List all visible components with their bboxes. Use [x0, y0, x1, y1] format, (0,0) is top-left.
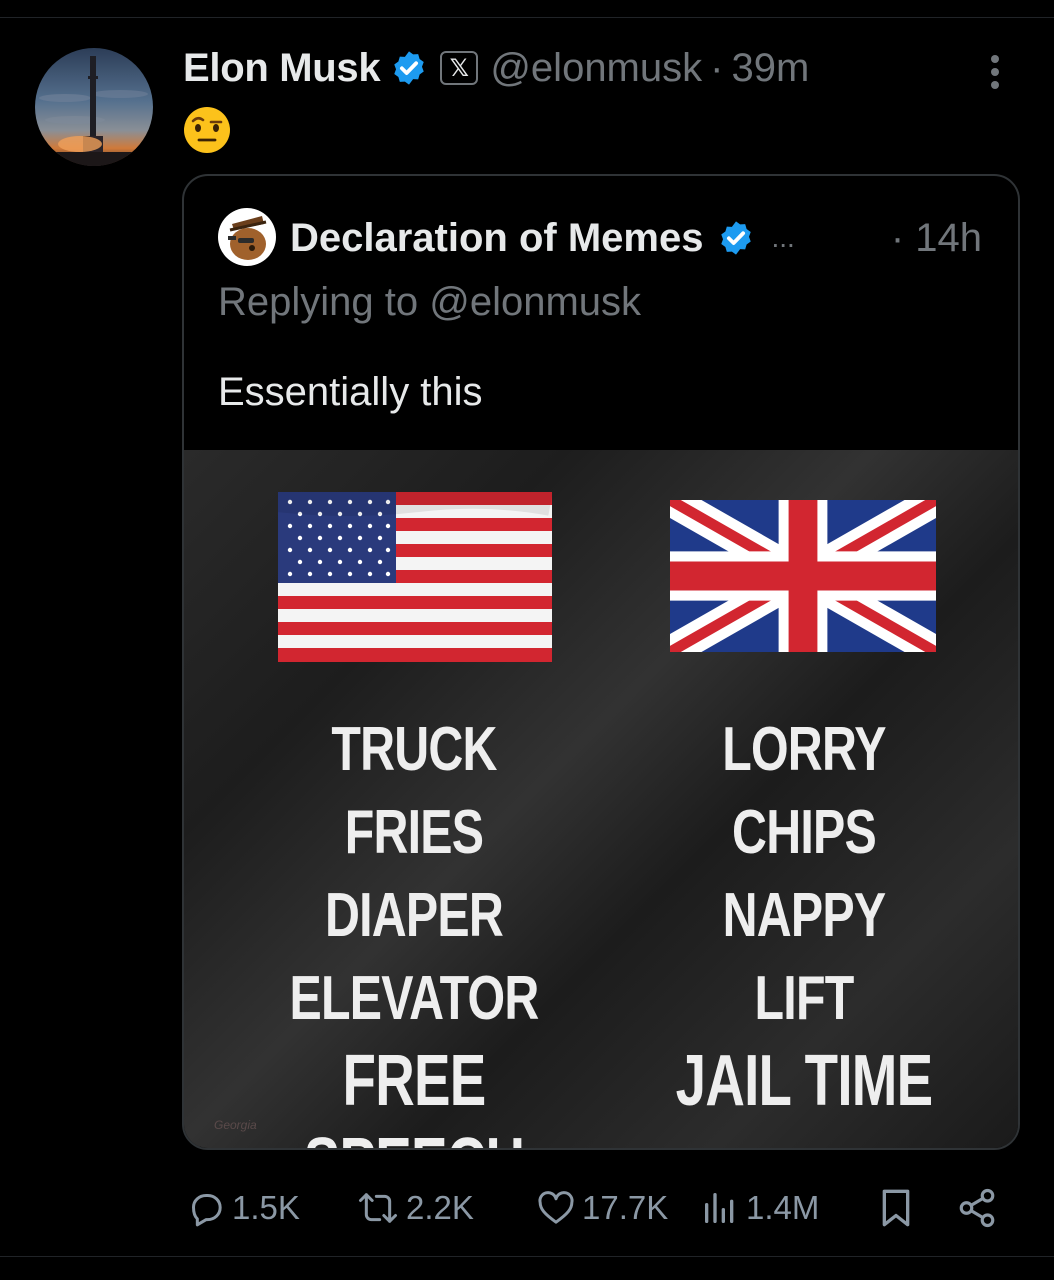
views-button[interactable]: 1.4M — [700, 1178, 819, 1238]
bookmark-icon — [882, 1189, 910, 1227]
repost-button[interactable]: 2.2K — [356, 1178, 474, 1238]
bottom-divider — [0, 1256, 1054, 1257]
us-flag-icon — [278, 492, 552, 662]
more-options-icon[interactable] — [982, 52, 1008, 92]
us-word: ELEVATOR — [289, 964, 539, 1033]
meme-image[interactable]: TRUCK FRIES DIAPER ELEVATOR FREE SPEECH … — [184, 450, 1018, 1148]
us-word: FRIES — [344, 798, 484, 867]
uk-word: CHIPS — [732, 798, 877, 867]
author-handle[interactable]: @elonmusk — [490, 46, 702, 91]
share-button[interactable] — [956, 1178, 998, 1238]
heart-icon — [538, 1191, 574, 1224]
uk-words-column: LORRY CHIPS NAPPY LIFT JAIL TIME — [604, 708, 1004, 1123]
quoted-timestamp[interactable]: · 14h — [891, 216, 982, 261]
tweet[interactable]: Elon Musk 𝕏 @elonmusk · 39m Declaration … — [0, 0, 1054, 1280]
header-separator: · — [710, 45, 724, 90]
uk-word: NAPPY — [722, 881, 886, 950]
quoted-timestamp-wrap: · 14h — [891, 210, 982, 266]
like-count: 17.7K — [582, 1189, 669, 1226]
uk-flag-icon — [670, 500, 936, 652]
uk-word: LORRY — [722, 715, 886, 784]
repost-icon — [359, 1193, 397, 1223]
us-word: TRUCK — [331, 715, 497, 784]
verified-badge-icon — [394, 51, 425, 85]
quoted-name-truncation: ... — [771, 222, 795, 253]
raised-eyebrow-emoji-icon — [184, 107, 230, 153]
us-word: DIAPER — [324, 881, 504, 950]
x-affiliation-icon: 𝕏 — [440, 51, 479, 85]
us-word: FREE SPEECH — [304, 1041, 525, 1148]
quoted-header: Declaration of Memes ... — [290, 210, 795, 266]
quoted-tweet[interactable]: Declaration of Memes ... · 14h Replying … — [182, 174, 1020, 1150]
verified-badge-icon — [721, 221, 752, 255]
action-bar: 1.5K 2.2K 17.7K 1.4M — [0, 1178, 1054, 1238]
reply-icon — [192, 1194, 222, 1227]
uk-word: JAIL TIME — [675, 1041, 933, 1121]
author-avatar[interactable] — [35, 48, 153, 166]
share-icon — [959, 1188, 995, 1228]
tweet-timestamp[interactable]: 39m — [731, 46, 809, 91]
repost-count: 2.2K — [406, 1189, 474, 1226]
quoted-tweet-text: Essentially this — [218, 370, 483, 414]
reply-button[interactable]: 1.5K — [186, 1178, 300, 1238]
replying-to[interactable]: Replying to @elonmusk — [218, 280, 641, 325]
meme-watermark: Georgia — [214, 1118, 257, 1132]
uk-word: LIFT — [754, 964, 855, 1033]
views-chart-icon — [705, 1193, 734, 1223]
author-name[interactable]: Elon Musk — [183, 46, 381, 91]
like-button[interactable]: 17.7K — [536, 1178, 668, 1238]
bookmark-button[interactable] — [876, 1178, 916, 1238]
quoted-author-avatar[interactable] — [218, 208, 276, 266]
quoted-author-name[interactable]: Declaration of Memes — [290, 216, 703, 261]
tweet-header: Elon Musk 𝕏 @elonmusk · 39m — [183, 40, 809, 96]
views-count: 1.4M — [746, 1189, 820, 1226]
us-words-column: TRUCK FRIES DIAPER ELEVATOR FREE SPEECH — [214, 708, 614, 1148]
reply-count: 1.5K — [232, 1189, 300, 1226]
